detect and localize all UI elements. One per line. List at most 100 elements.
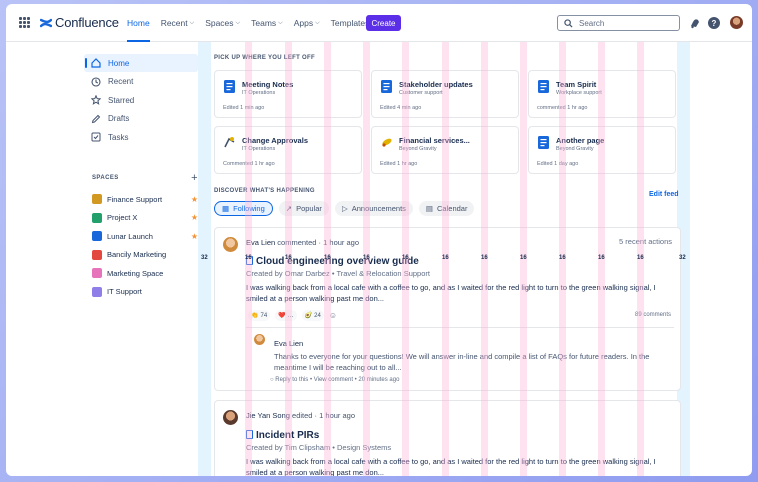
nav-recent[interactable]: Recent ⌵ [161, 4, 195, 42]
space-item-finance-support[interactable]: Finance Support ★ [84, 190, 198, 209]
filter-following[interactable]: ▦ Following [214, 201, 273, 216]
gutter-label: 16 [245, 255, 252, 261]
margin-label: 32 [679, 255, 686, 261]
starred-icon[interactable]: ★ [191, 195, 198, 204]
sidebar-item-starred[interactable]: Starred [84, 91, 198, 109]
space-avatar-icon [92, 194, 102, 205]
reply-meta-text[interactable]: Reply to this • View comment • 20 minute… [275, 377, 399, 383]
add-space-button[interactable]: + [191, 172, 198, 184]
discover-heading: DISCOVER WHAT'S HAPPENING [214, 188, 315, 194]
page-icon [381, 80, 392, 93]
avatar[interactable] [223, 410, 238, 425]
nav-recent-label: Recent [160, 18, 188, 28]
nav-spaces-label: Spaces [205, 18, 234, 28]
reply-icon: ○ [270, 377, 274, 383]
margin-label: 32 [201, 255, 208, 261]
sidebar-item-label: Home [108, 58, 130, 68]
nav-teams[interactable]: Teams ⌵ [251, 4, 283, 42]
megaphone-icon: ▷ [341, 204, 348, 213]
primary-nav: Home Recent ⌵ Spaces ⌵ Teams ⌵ Apps ⌵ Templa… [127, 4, 380, 42]
star-icon [91, 95, 101, 105]
sidebar-item-label: Starred [108, 95, 135, 105]
recent-actions-link[interactable]: 5 recent actions [619, 237, 672, 246]
feed-activity: Jie Yan Song edited · 1 hour ago [246, 411, 356, 420]
gutter-label: 16 [481, 255, 488, 261]
edit-feed-link[interactable]: Edit feed [649, 191, 679, 198]
nav-teams-label: Teams [251, 18, 277, 28]
space-item-marketing-space[interactable]: Marketing Space [84, 264, 198, 283]
search-icon [564, 18, 573, 28]
card-meta: Edited 1 hr ago [380, 161, 418, 167]
space-label: Finance Support [107, 194, 163, 204]
nav-home[interactable]: Home [127, 4, 150, 42]
divider [246, 327, 674, 328]
starred-icon[interactable]: ★ [191, 232, 198, 241]
sidebar-item-drafts[interactable]: Drafts [84, 110, 198, 128]
space-item-bancily-marketing[interactable]: Bancily Marketing [84, 246, 198, 265]
pencil-icon [91, 114, 101, 124]
sidebar-item-label: Drafts [108, 114, 130, 123]
avatar[interactable] [254, 334, 265, 345]
space-label: Marketing Space [107, 268, 164, 278]
page-icon [224, 80, 235, 93]
space-label: Bancily Marketing [107, 250, 167, 260]
profile-avatar[interactable] [730, 16, 743, 29]
feed-body: I was walking back from a local cafe wit… [246, 283, 656, 303]
feed-author-name[interactable]: Jie Yan Song [246, 411, 290, 420]
nav-apps[interactable]: Apps ⌵ [294, 4, 320, 42]
feed-action: edited [292, 411, 313, 420]
help-icon[interactable]: ? [708, 17, 720, 29]
space-label: IT Support [107, 287, 142, 297]
filter-label: Popular [296, 204, 322, 213]
spaces-heading-label: SPACES [92, 175, 119, 181]
rocket-icon [382, 138, 392, 147]
feed-title[interactable]: Incident PIRs [246, 430, 319, 441]
avatar[interactable] [223, 237, 238, 252]
reaction-chip[interactable]: 🥑 24 [301, 310, 324, 321]
create-button[interactable]: Create [366, 15, 401, 31]
space-label: Project X [107, 213, 138, 223]
gutter-label: 16 [442, 255, 449, 261]
app-window: Confluence Home Recent ⌵ Spaces ⌵ Teams ⌵ A… [6, 4, 752, 476]
chevron-down-icon: ⌵ [315, 19, 320, 26]
space-item-lunar-launch[interactable]: Lunar Launch ★ [84, 227, 198, 246]
reaction-count: 74 [260, 312, 268, 319]
confluence-logo[interactable]: Confluence [40, 15, 119, 30]
clock-icon [91, 76, 101, 87]
space-avatar-icon [92, 249, 102, 260]
starred-icon[interactable]: ★ [191, 213, 198, 222]
top-navigation: Confluence Home Recent ⌵ Spaces ⌵ Teams ⌵ A… [6, 4, 752, 42]
sidebar-item-label: Recent [108, 77, 134, 86]
page-icon [538, 136, 549, 149]
search-placeholder: Search [579, 18, 605, 28]
nav-apps-label: Apps [293, 18, 314, 28]
people-icon: ▦ [222, 204, 230, 213]
gutter-label: 16 [637, 255, 644, 261]
confluence-logo-icon [40, 18, 52, 27]
nav-templates[interactable]: Templates [331, 4, 370, 42]
space-avatar-icon [92, 212, 102, 223]
space-avatar-icon [92, 268, 102, 279]
space-item-project-x[interactable]: Project X ★ [84, 209, 198, 228]
checkbox-icon [91, 132, 101, 142]
reaction-emoji: 👏 [251, 313, 259, 319]
nav-home-label: Home [127, 18, 150, 28]
nav-spaces[interactable]: Spaces ⌵ [205, 4, 240, 42]
search-input[interactable]: Search [557, 15, 680, 31]
card-title: Stakeholder updates [399, 80, 473, 89]
pickup-heading: PICK UP WHERE YOU LEFT OFF [214, 55, 315, 61]
sidebar-item-recent[interactable]: Recent [84, 73, 198, 91]
card-meta: Edited 4 min ago [380, 105, 422, 111]
page-icon [538, 80, 549, 93]
space-avatar-icon [92, 231, 102, 242]
app-switcher-icon[interactable] [19, 17, 30, 28]
sidebar-item-home[interactable]: Home [84, 54, 198, 72]
space-item-it-support[interactable]: IT Support [84, 283, 198, 302]
reply-body: Thanks to everyone for your questions! W… [274, 352, 650, 372]
feed-title-text: Cloud engineering overview guide [256, 256, 419, 267]
gutter-label: 16 [324, 255, 331, 261]
sidebar-item-tasks[interactable]: Tasks [84, 128, 198, 146]
notification-icon[interactable] [689, 17, 701, 29]
gutter-label: 16 [598, 255, 605, 261]
feed-title[interactable]: Cloud engineering overview guide [246, 256, 419, 267]
